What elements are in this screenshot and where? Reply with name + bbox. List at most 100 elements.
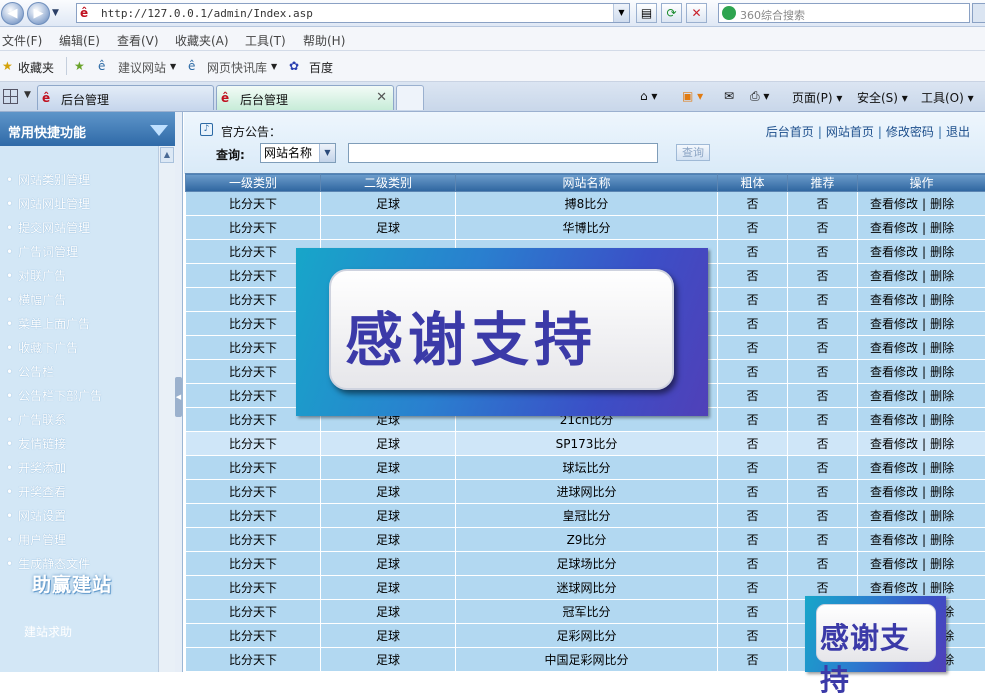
menu-help[interactable]: 帮助(H) bbox=[303, 32, 345, 49]
url-field[interactable]: ê http://127.0.0.1/admin/Index.asp ▼ bbox=[76, 3, 630, 23]
menu-file[interactable]: 文件(F) bbox=[2, 32, 42, 49]
delete-link[interactable]: 删除 bbox=[930, 317, 954, 331]
sidebar-item[interactable]: 广告联系 bbox=[0, 408, 158, 432]
sidebar-item[interactable]: 友情链接 bbox=[0, 432, 158, 456]
add-favorite-icon[interactable]: ★ bbox=[74, 59, 85, 73]
frame-splitter[interactable]: ◀ bbox=[175, 112, 183, 672]
delete-link[interactable]: 删除 bbox=[930, 341, 954, 355]
delete-link[interactable]: 删除 bbox=[930, 533, 954, 547]
help-link[interactable]: 建站求助 bbox=[24, 623, 72, 640]
link-change-password[interactable]: 修改密码 bbox=[886, 125, 934, 139]
sidebar-item[interactable]: 菜单上面广告 bbox=[0, 312, 158, 336]
sidebar-item[interactable]: 收藏下广告 bbox=[0, 336, 158, 360]
collapse-grip-icon[interactable]: ◀ bbox=[175, 377, 182, 417]
chevron-down-icon[interactable]: ▼ bbox=[271, 62, 277, 71]
scroll-up-icon[interactable]: ▲ bbox=[160, 147, 174, 163]
fav-web-slice[interactable]: 网页快讯库 bbox=[207, 59, 267, 76]
menu-tools[interactable]: 工具(T) bbox=[245, 32, 286, 49]
tab-admin-1[interactable]: ê 后台管理 bbox=[37, 85, 214, 110]
tab-list-dropdown[interactable]: ▼ bbox=[24, 90, 31, 100]
collapse-arrow-icon[interactable] bbox=[150, 125, 168, 136]
search-box[interactable]: 360综合搜索 bbox=[718, 3, 970, 23]
edit-link[interactable]: 查看修改 bbox=[870, 317, 918, 331]
sidebar-item[interactable]: 广告词管理 bbox=[0, 240, 158, 264]
sidebar-item[interactable]: 公告栏下部广告 bbox=[0, 384, 158, 408]
back-button[interactable]: ◀ bbox=[1, 2, 24, 25]
sidebar-item[interactable]: 用户管理 bbox=[0, 528, 158, 552]
menu-favorites[interactable]: 收藏夹(A) bbox=[175, 32, 229, 49]
edit-link[interactable]: 查看修改 bbox=[870, 269, 918, 283]
page-menu[interactable]: 页面(P) ▾ bbox=[792, 89, 842, 106]
fav-baidu[interactable]: 百度 bbox=[309, 59, 333, 76]
delete-link[interactable]: 删除 bbox=[930, 221, 954, 235]
url-dropdown-icon[interactable]: ▼ bbox=[613, 4, 629, 22]
delete-link[interactable]: 删除 bbox=[930, 485, 954, 499]
delete-link[interactable]: 删除 bbox=[930, 245, 954, 259]
new-tab-button[interactable] bbox=[396, 85, 424, 110]
edit-link[interactable]: 查看修改 bbox=[870, 461, 918, 475]
edit-link[interactable]: 查看修改 bbox=[870, 509, 918, 523]
link-site-home[interactable]: 网站首页 bbox=[826, 125, 874, 139]
delete-link[interactable]: 删除 bbox=[930, 413, 954, 427]
forward-button[interactable]: ▶ bbox=[27, 2, 50, 25]
delete-link[interactable]: 删除 bbox=[930, 581, 954, 595]
home-icon[interactable]: ⌂ ▾ bbox=[640, 89, 657, 103]
edit-link[interactable]: 查看修改 bbox=[870, 413, 918, 427]
edit-link[interactable]: 查看修改 bbox=[870, 485, 918, 499]
tab-admin-2[interactable]: ê 后台管理 ✕ bbox=[216, 85, 394, 110]
history-dropdown[interactable]: ▼ bbox=[52, 8, 59, 18]
sidebar-item[interactable]: 开奖查看 bbox=[0, 480, 158, 504]
refresh-button[interactable]: ⟳ bbox=[661, 3, 682, 23]
delete-link[interactable]: 删除 bbox=[930, 293, 954, 307]
search-go-button[interactable] bbox=[972, 3, 985, 23]
query-input[interactable] bbox=[348, 143, 658, 163]
sidebar-scrollbar[interactable]: ▲ bbox=[158, 146, 175, 672]
edit-link[interactable]: 查看修改 bbox=[870, 365, 918, 379]
edit-link[interactable]: 查看修改 bbox=[870, 581, 918, 595]
link-admin-home[interactable]: 后台首页 bbox=[766, 125, 814, 139]
sidebar-item[interactable]: 公告栏 bbox=[0, 360, 158, 384]
tools-menu[interactable]: 工具(O) ▾ bbox=[921, 89, 974, 106]
edit-link[interactable]: 查看修改 bbox=[870, 221, 918, 235]
delete-link[interactable]: 删除 bbox=[930, 197, 954, 211]
stop-button[interactable]: ✕ bbox=[686, 3, 707, 23]
sidebar-item[interactable]: 开奖添加 bbox=[0, 456, 158, 480]
delete-link[interactable]: 删除 bbox=[930, 437, 954, 451]
edit-link[interactable]: 查看修改 bbox=[870, 197, 918, 211]
delete-link[interactable]: 删除 bbox=[930, 557, 954, 571]
delete-link[interactable]: 删除 bbox=[930, 509, 954, 523]
quick-tabs-icon[interactable] bbox=[3, 89, 18, 104]
print-icon[interactable]: ⎙ ▾ bbox=[750, 89, 769, 104]
link-logout[interactable]: 退出 bbox=[946, 125, 970, 139]
rss-icon[interactable]: ▣ ▾ bbox=[682, 89, 703, 103]
chevron-down-icon[interactable]: ▼ bbox=[170, 62, 176, 71]
delete-link[interactable]: 删除 bbox=[930, 461, 954, 475]
edit-link[interactable]: 查看修改 bbox=[870, 341, 918, 355]
safety-menu[interactable]: 安全(S) ▾ bbox=[857, 89, 908, 106]
sidebar-item[interactable]: 网站网址管理 bbox=[0, 192, 158, 216]
close-tab-icon[interactable]: ✕ bbox=[376, 90, 387, 105]
sidebar-item[interactable]: 网站设置 bbox=[0, 504, 158, 528]
query-field-select[interactable]: 网站名称 ▼ bbox=[260, 143, 336, 163]
edit-link[interactable]: 查看修改 bbox=[870, 533, 918, 547]
sidebar-item[interactable]: 横幅广告 bbox=[0, 288, 158, 312]
mail-icon[interactable]: ✉ bbox=[724, 89, 734, 103]
chevron-down-icon[interactable]: ▼ bbox=[319, 144, 335, 162]
edit-link[interactable]: 查看修改 bbox=[870, 293, 918, 307]
edit-link[interactable]: 查看修改 bbox=[870, 389, 918, 403]
edit-link[interactable]: 查看修改 bbox=[870, 437, 918, 451]
sidebar-item[interactable]: 网站类别管理 bbox=[0, 168, 158, 192]
favorites-button[interactable]: 收藏夹 bbox=[18, 59, 54, 76]
menu-edit[interactable]: 编辑(E) bbox=[59, 32, 100, 49]
fav-suggested-sites[interactable]: 建议网站 bbox=[118, 59, 166, 76]
edit-link[interactable]: 查看修改 bbox=[870, 557, 918, 571]
sidebar-item[interactable]: 提交网站管理 bbox=[0, 216, 158, 240]
compat-view-button[interactable]: ▤ bbox=[636, 3, 657, 23]
delete-link[interactable]: 删除 bbox=[930, 269, 954, 283]
edit-link[interactable]: 查看修改 bbox=[870, 245, 918, 259]
query-button[interactable]: 查询 bbox=[676, 144, 710, 161]
delete-link[interactable]: 删除 bbox=[930, 365, 954, 379]
delete-link[interactable]: 删除 bbox=[930, 389, 954, 403]
menu-view[interactable]: 查看(V) bbox=[117, 32, 159, 49]
sidebar-item[interactable]: 对联广告 bbox=[0, 264, 158, 288]
